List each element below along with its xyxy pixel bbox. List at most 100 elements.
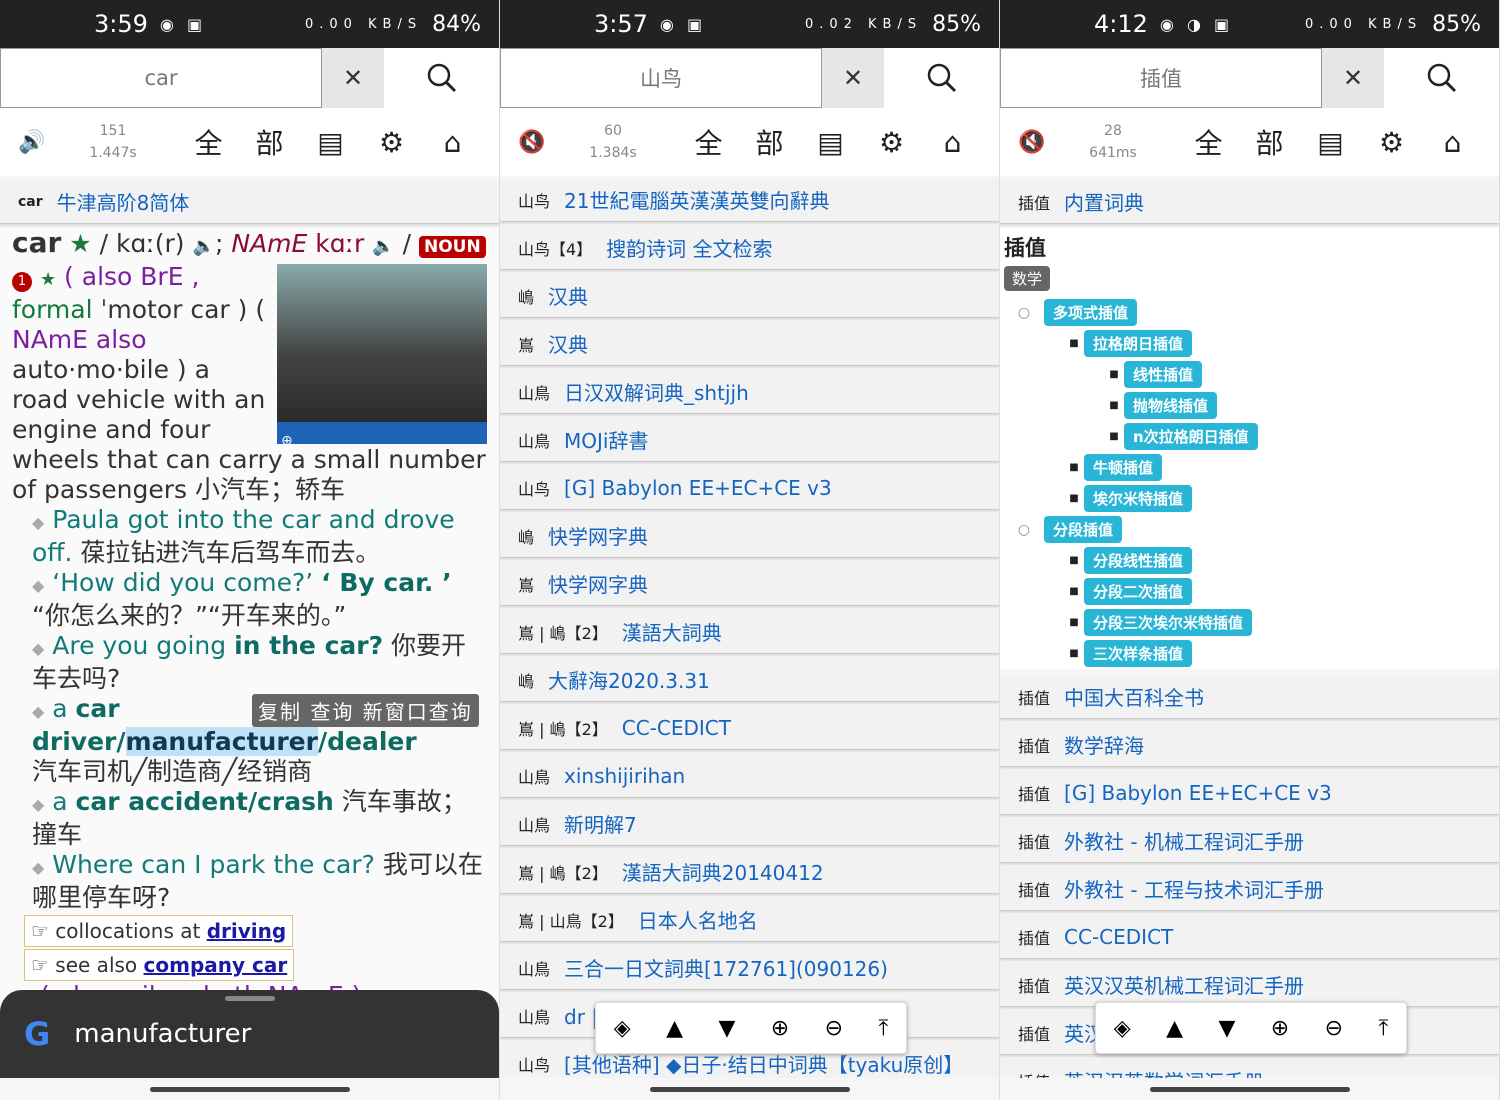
dict-row[interactable]: 插值 中国大百科全书 xyxy=(1000,675,1499,719)
arrow-down-icon[interactable]: ▼ xyxy=(1218,1016,1235,1041)
dict-row-name: 快学网字典 xyxy=(548,525,649,549)
speaker-on-icon[interactable]: 🔊 xyxy=(18,130,48,155)
dict-row-name: 新明解7 xyxy=(564,813,637,837)
tree-pill[interactable]: n次拉格朗日插值 xyxy=(1124,423,1258,450)
dict-row[interactable]: 山鳥 xinshijirihan xyxy=(500,754,999,798)
dict-row[interactable]: car 牛津高阶8简体 xyxy=(0,180,499,224)
notification-icons: ◉ ▣ xyxy=(659,14,707,34)
part-button[interactable]: 部 xyxy=(239,122,300,162)
search-button[interactable] xyxy=(884,48,999,108)
dict-row[interactable]: 插值 [G] Babylon EE+EC+CE v3 xyxy=(1000,771,1499,815)
arrow-up-icon[interactable]: ▲ xyxy=(666,1016,683,1041)
dict-row[interactable]: 插值 外教社 - 机械工程词汇手册 xyxy=(1000,819,1499,863)
search-input[interactable]: 插值 xyxy=(1000,48,1322,108)
dict-row-word: 插值 xyxy=(1018,976,1051,996)
bookmark-icon[interactable]: ▤ xyxy=(300,126,361,159)
all-button[interactable]: 全 xyxy=(678,122,739,162)
tree-pill[interactable]: 拉格朗日插值 xyxy=(1084,330,1193,357)
dict-row-name: [G] Babylon EE+EC+CE v3 xyxy=(564,475,832,500)
audio-icon[interactable]: 🔈 xyxy=(372,236,394,257)
home-indicator[interactable] xyxy=(1149,1086,1350,1092)
search-input[interactable]: 山鸟 xyxy=(500,48,822,108)
copy-button[interactable]: 复制 xyxy=(258,700,302,724)
selected-text[interactable]: manufacturer xyxy=(125,727,318,756)
tree-pill[interactable]: 三次样条插值 xyxy=(1084,640,1193,667)
tree-pill[interactable]: 牛顿插值 xyxy=(1084,454,1163,481)
tree-pill[interactable]: 分段线性插值 xyxy=(1084,547,1193,574)
audio-icon[interactable]: 🔈 xyxy=(193,236,215,257)
arrow-down-icon[interactable]: ▼ xyxy=(718,1016,735,1041)
search-button[interactable] xyxy=(1384,48,1499,108)
car-interior-image[interactable]: ⊕ xyxy=(277,264,487,449)
dict-row[interactable]: 插值 CC-CEDICT xyxy=(1000,915,1499,959)
clear-search-button[interactable]: ✕ xyxy=(822,48,884,108)
scroll-top-icon[interactable]: ⤒ xyxy=(1379,1016,1389,1041)
home-indicator[interactable] xyxy=(149,1086,350,1092)
tree-pill[interactable]: 埃尔米特插值 xyxy=(1084,485,1193,512)
dict-row[interactable]: 山鳥 MOJi辞書 xyxy=(500,418,999,462)
google-search-bar[interactable]: G manufacturer xyxy=(0,990,499,1078)
bookmark-icon[interactable]: ▤ xyxy=(800,126,861,159)
zoom-out-icon[interactable]: ⊖ xyxy=(1325,1016,1343,1041)
zoom-icon[interactable]: ⊕ xyxy=(277,433,293,449)
layers-icon[interactable]: ◈ xyxy=(1114,1016,1131,1041)
all-button[interactable]: 全 xyxy=(178,122,239,162)
dict-row[interactable]: 插值 外教社 - 工程与技术词汇手册 xyxy=(1000,867,1499,911)
dict-row[interactable]: 嶌 | 嶋【2】 CC-CEDICT xyxy=(500,706,999,750)
tree-pill[interactable]: 分段三次埃尔米特插值 xyxy=(1084,609,1253,636)
gear-icon[interactable]: ⚙ xyxy=(861,126,922,159)
gear-icon[interactable]: ⚙ xyxy=(1361,126,1422,159)
collocations-link[interactable]: driving xyxy=(207,919,286,943)
dict-row[interactable]: 嶋快学网字典 xyxy=(500,514,999,558)
arrow-up-icon[interactable]: ▲ xyxy=(1166,1016,1183,1041)
speaker-mute-icon[interactable]: 🔇 xyxy=(1018,130,1048,155)
search-input[interactable]: car xyxy=(0,48,322,108)
dict-row-word: 山鳥 xyxy=(518,383,551,403)
home-icon[interactable]: ⌂ xyxy=(922,126,983,159)
lookup-button[interactable]: 查询 xyxy=(310,700,354,724)
dict-row[interactable]: 山鳥 新明解7 xyxy=(500,802,999,846)
tree-pill[interactable]: 线性插值 xyxy=(1124,361,1203,388)
part-button[interactable]: 部 xyxy=(739,122,800,162)
drag-handle[interactable] xyxy=(225,996,275,1001)
tree-pill[interactable]: 分段插值 xyxy=(1044,516,1123,543)
tree-pill[interactable]: 抛物线插值 xyxy=(1124,392,1218,419)
tree-pill[interactable]: 多项式插值 xyxy=(1044,299,1138,326)
dict-row[interactable]: 山鸟【4】 搜韵诗词 全文检索 xyxy=(500,226,999,270)
dict-row[interactable]: 山鸟 [G] Babylon EE+EC+CE v3 xyxy=(500,466,999,510)
zoom-in-icon[interactable]: ⊕ xyxy=(771,1016,789,1041)
see-also-link[interactable]: company car xyxy=(144,953,288,977)
dict-row[interactable]: 山鸟 21世紀電腦英漢漢英雙向辭典 xyxy=(500,178,999,222)
dict-row[interactable]: 山鳥 日汉双解词典_shtjjh xyxy=(500,370,999,414)
home-icon[interactable]: ⌂ xyxy=(422,126,483,159)
clear-search-button[interactable]: ✕ xyxy=(1322,48,1384,108)
speaker-mute-icon[interactable]: 🔇 xyxy=(518,130,548,155)
dict-row[interactable]: 插值 数学辞海 xyxy=(1000,723,1499,767)
new-window-lookup-button[interactable]: 新窗口查询 xyxy=(363,700,473,724)
example-5-a: a xyxy=(52,787,68,816)
part-button[interactable]: 部 xyxy=(1239,122,1300,162)
tree-node: ■ 拉格朗日插值 xyxy=(1004,328,1495,359)
tree-pill[interactable]: 分段二次插值 xyxy=(1084,578,1193,605)
home-indicator[interactable] xyxy=(649,1086,850,1092)
zoom-in-icon[interactable]: ⊕ xyxy=(1271,1016,1289,1041)
dict-row[interactable]: 山鳥 三合一日文詞典[172761](090126) xyxy=(500,946,999,990)
search-button[interactable] xyxy=(384,48,499,108)
home-icon[interactable]: ⌂ xyxy=(1422,126,1483,159)
scroll-top-icon[interactable]: ⤒ xyxy=(879,1016,889,1041)
dict-row[interactable]: 嶋汉典 xyxy=(500,274,999,318)
dict-row[interactable]: 嶋大辭海2020.3.31 xyxy=(500,658,999,702)
all-button[interactable]: 全 xyxy=(1178,122,1239,162)
clear-search-button[interactable]: ✕ xyxy=(322,48,384,108)
dict-row[interactable]: 嶌 | 山鳥【2】 日本人名地名 xyxy=(500,898,999,942)
dict-row[interactable]: 嶌汉典 xyxy=(500,322,999,366)
layers-icon[interactable]: ◈ xyxy=(614,1016,631,1041)
dict-row[interactable]: 嶌快学网字典 xyxy=(500,562,999,606)
zoom-out-icon[interactable]: ⊖ xyxy=(825,1016,843,1041)
dict-row[interactable]: 嶌 | 嶋【2】 漢語大詞典20140412 xyxy=(500,850,999,894)
dict-row[interactable]: 插值 英汉汉英机械工程词汇手册 xyxy=(1000,963,1499,1007)
dict-row[interactable]: 插值 内置词典 xyxy=(1000,180,1499,224)
bookmark-icon[interactable]: ▤ xyxy=(1300,126,1361,159)
dict-row[interactable]: 嶌 | 嶋【2】 漢語大詞典 xyxy=(500,610,999,654)
gear-icon[interactable]: ⚙ xyxy=(361,126,422,159)
